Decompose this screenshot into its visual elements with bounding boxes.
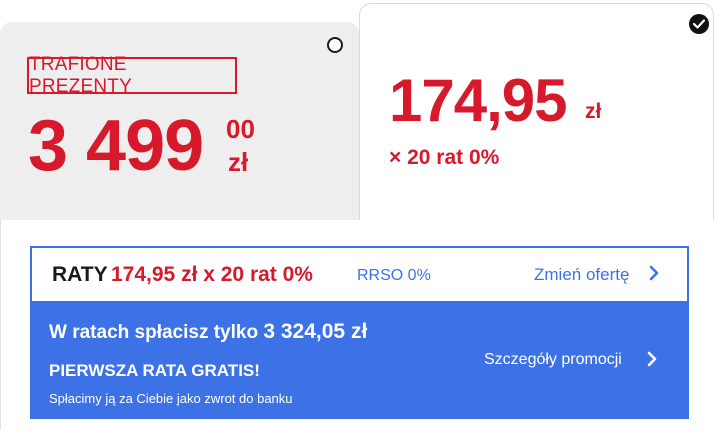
installment-currency: zł [585, 100, 602, 123]
promo-badge: TRAFIONE PREZENTY [27, 54, 237, 97]
promo-panel: W ratach spłacisz tylko 3 324,05 zł PIER… [30, 303, 689, 419]
total-repayment-amount: 3 324,05 zł [263, 320, 368, 343]
refund-note: Spłacimy ją za Ciebie jako zwrot do bank… [49, 391, 293, 406]
radio-selected-check-icon[interactable] [689, 14, 709, 34]
cash-price-cents: 00 [226, 114, 255, 144]
radio-unselected-icon[interactable] [327, 37, 343, 53]
promo-details-link[interactable]: Szczegóły promocji [484, 351, 622, 369]
rrso-text: RRSO 0% [357, 267, 431, 284]
total-repayment-text: W ratach spłacisz tylko 3 324,05 zł [49, 320, 368, 343]
cash-price-main: 3 499 [28, 106, 204, 186]
first-installment-free: PIERWSZA RATA GRATIS! [49, 361, 260, 380]
cash-price-currency: zł [228, 147, 249, 177]
installment-count: × 20 rat 0% [389, 146, 500, 169]
chevron-right-icon[interactable] [647, 351, 657, 372]
chevron-right-icon[interactable] [649, 265, 659, 286]
installment-label: RATY [52, 263, 108, 286]
installment-amount: 174,95 [389, 67, 568, 134]
change-offer-link[interactable]: Zmień ofertę [534, 265, 629, 285]
installment-offer-bar: RATY 174,95 zł x 20 rat 0% RRSO 0% Zmień… [30, 246, 689, 303]
installment-offer-text: 174,95 zł x 20 rat 0% [111, 263, 313, 286]
